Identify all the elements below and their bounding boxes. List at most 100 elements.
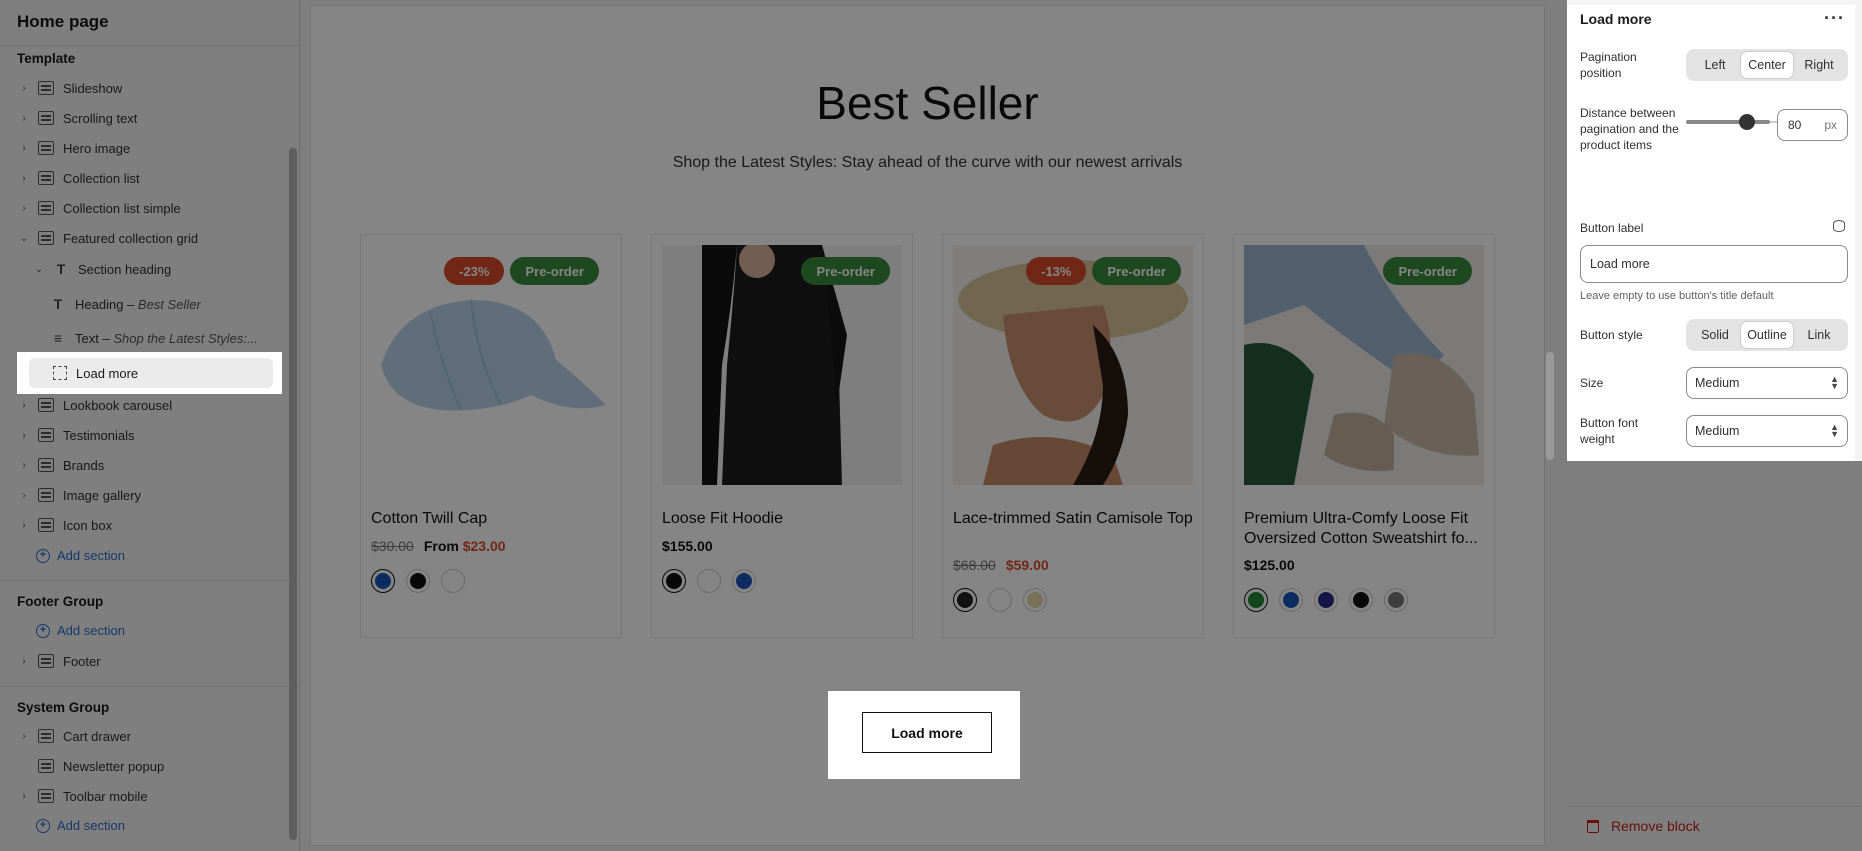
add-section-template[interactable]: + Add section (36, 548, 125, 563)
pagination-left-option[interactable]: Left (1689, 52, 1741, 78)
sidebar-item-lookbook-carousel[interactable]: › Lookbook carousel (0, 390, 285, 420)
sidebar-item-load-more-highlight[interactable]: Load more (17, 352, 282, 394)
plus-circle-icon: + (36, 818, 50, 833)
product-card[interactable]: -13% Pre-order Lace-trimmed Satin Camiso… (942, 234, 1204, 638)
chevron-right-icon[interactable]: › (18, 490, 30, 501)
chevron-right-icon[interactable]: › (18, 400, 30, 411)
color-swatches (1244, 588, 1408, 612)
section-icon (38, 518, 54, 532)
divider (1567, 806, 1862, 807)
sidebar-item-scrolling-text[interactable]: › Scrolling text (0, 103, 285, 133)
swatch-gray[interactable] (1384, 588, 1408, 612)
section-subheading: Shop the Latest Styles: Stay ahead of th… (672, 154, 1183, 171)
swatch-white[interactable] (441, 569, 465, 593)
add-section-footer[interactable]: + Add section (36, 623, 125, 638)
size-select[interactable]: Medium ▲ ▼ (1686, 367, 1848, 399)
button-font-weight-select[interactable]: Medium ▲ ▼ (1686, 415, 1848, 447)
section-icon (38, 201, 54, 215)
distance-input[interactable]: 80 px (1777, 109, 1848, 141)
system-group-label: System Group (17, 700, 110, 715)
product-title[interactable]: Loose Fit Hoodie (662, 509, 902, 529)
distance-slider-handle[interactable] (1739, 114, 1755, 130)
chevron-right-icon[interactable]: › (18, 113, 30, 124)
preview-scrollbar[interactable] (1546, 352, 1554, 460)
sidebar-item-collection-list[interactable]: › Collection list (0, 163, 285, 193)
section-icon (38, 398, 54, 412)
swatch-navy[interactable] (1314, 588, 1338, 612)
sidebar-item-newsletter-popup[interactable]: Newsletter popup (0, 751, 285, 781)
sidebar-item-hero-image[interactable]: › Hero image (0, 133, 285, 163)
product-card[interactable]: Pre-order Loose Fit Hoodie $155.00 (651, 234, 913, 638)
page-title: Home page (17, 12, 109, 31)
preorder-badge: Pre-order (1092, 257, 1181, 285)
swatch-green[interactable] (1244, 588, 1268, 612)
section-heading: Best Seller (816, 77, 1039, 129)
chevron-right-icon[interactable]: › (18, 173, 30, 184)
button-style-solid-option[interactable]: Solid (1689, 322, 1741, 348)
swatch-black[interactable] (662, 569, 686, 593)
swatch-beige[interactable] (1023, 588, 1047, 612)
chevron-down-icon[interactable]: ⌄ (33, 264, 45, 275)
product-title[interactable]: Premium Ultra-Comfy Loose Fit Oversized … (1244, 509, 1484, 549)
chevron-right-icon[interactable]: › (18, 83, 30, 94)
distance-slider-track[interactable] (1686, 120, 1770, 124)
sidebar-item-heading-best-seller[interactable]: T Heading – Best Seller (0, 289, 285, 319)
button-label-input[interactable]: Load more (1580, 245, 1848, 283)
chevron-right-icon[interactable]: › (18, 460, 30, 471)
text-icon: T (56, 261, 66, 277)
chevron-right-icon[interactable]: › (18, 143, 30, 154)
chevron-right-icon[interactable]: › (18, 203, 30, 214)
product-card[interactable]: -23% Pre-order Cotton Twill Cap $30.00 F… (360, 234, 622, 638)
more-options-icon[interactable]: ··· (1824, 8, 1845, 29)
sidebar-item-icon-box[interactable]: › Icon box (0, 510, 285, 540)
product-card[interactable]: Pre-order Premium Ultra-Comfy Loose Fit … (1233, 234, 1495, 638)
swatch-white[interactable] (697, 569, 721, 593)
swatch-black[interactable] (406, 569, 430, 593)
color-swatches (953, 588, 1047, 612)
footer-group-label: Footer Group (17, 594, 104, 609)
sidebar-item-text[interactable]: ≡ Text – Shop the Latest Styles:... (0, 323, 285, 353)
swatch-blue[interactable] (1279, 588, 1303, 612)
button-style-link-option[interactable]: Link (1793, 322, 1845, 348)
swatch-blue[interactable] (732, 569, 756, 593)
dynamic-source-icon[interactable] (1833, 220, 1845, 232)
testimonials-icon (38, 428, 54, 442)
remove-block-button[interactable]: Remove block (1587, 818, 1700, 834)
sidebar-item-load-more[interactable]: Load more (29, 358, 273, 388)
sidebar-item-featured-collection-grid[interactable]: ⌄ Featured collection grid (0, 223, 285, 253)
section-icon (38, 729, 54, 743)
section-icon (38, 789, 54, 803)
sidebar-item-footer[interactable]: › Footer (0, 646, 285, 676)
swatch-black[interactable] (1349, 588, 1373, 612)
swatch-white[interactable] (988, 588, 1012, 612)
sidebar-item-cart-drawer[interactable]: › Cart drawer (0, 721, 285, 751)
chevron-down-icon[interactable]: ⌄ (18, 233, 30, 244)
load-more-button[interactable]: Load more (862, 712, 992, 753)
chevron-right-icon[interactable]: › (18, 656, 30, 667)
pagination-right-option[interactable]: Right (1793, 52, 1845, 78)
chevron-right-icon[interactable]: › (18, 430, 30, 441)
sidebar-item-testimonials[interactable]: › Testimonials (0, 420, 285, 450)
sidebar-item-collection-list-simple[interactable]: › Collection list simple (0, 193, 285, 223)
chevron-right-icon[interactable]: › (18, 731, 30, 742)
swatch-blue[interactable] (371, 569, 395, 593)
swatch-black[interactable] (953, 588, 977, 612)
chevron-right-icon[interactable]: › (18, 791, 30, 802)
product-title[interactable]: Cotton Twill Cap (371, 509, 611, 529)
chevron-right-icon[interactable]: › (18, 520, 30, 531)
button-style-outline-option[interactable]: Outline (1741, 322, 1793, 348)
divider (0, 45, 300, 46)
featured-collection-icon (38, 231, 54, 245)
pagination-center-option[interactable]: Center (1741, 52, 1793, 78)
sidebar-item-image-gallery[interactable]: › Image gallery (0, 480, 285, 510)
sidebar-scrollbar[interactable] (289, 148, 297, 840)
distance-label: Distance between pagination and the prod… (1580, 106, 1679, 152)
product-title[interactable]: Lace-trimmed Satin Camisole Top (953, 509, 1193, 529)
sidebar-item-section-heading[interactable]: ⌄ T Section heading (0, 254, 285, 284)
sidebar-item-slideshow[interactable]: › Slideshow (0, 73, 285, 103)
sidebar-item-brands[interactable]: › Brands (0, 450, 285, 480)
sidebar-item-toolbar-mobile[interactable]: › Toolbar mobile (0, 781, 285, 811)
button-label-hint: Leave empty to use button's title defaul… (1580, 290, 1774, 302)
section-icon (38, 111, 54, 125)
add-section-system[interactable]: + Add section (36, 818, 125, 833)
